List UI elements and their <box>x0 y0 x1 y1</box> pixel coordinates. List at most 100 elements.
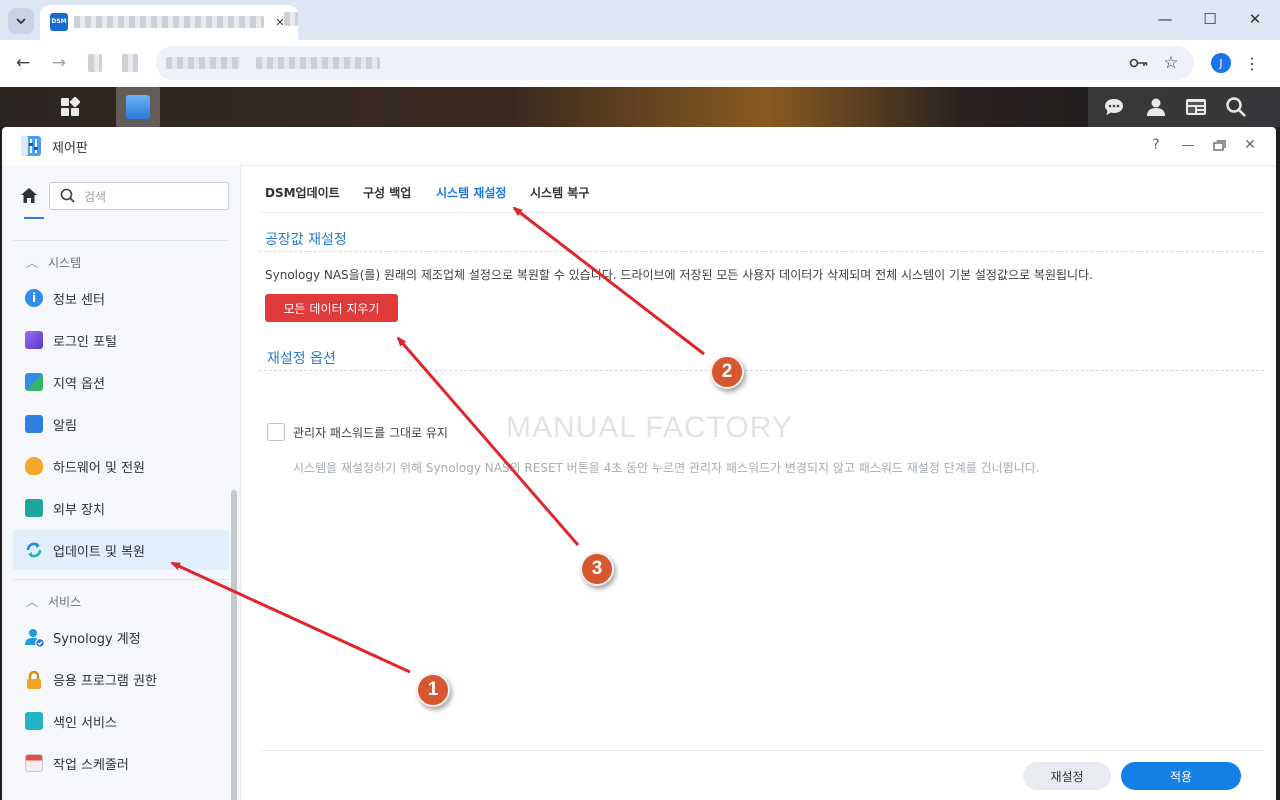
search-placeholder: 검색 <box>84 190 107 204</box>
erase-all-data-button[interactable]: 모든 데이터 지우기 <box>265 294 398 322</box>
address-toolbar: ← → ☆ J ⋮ <box>0 40 1280 87</box>
window-close-icon[interactable]: ✕ <box>1244 8 1266 30</box>
reload-blurred <box>88 54 102 72</box>
keep-admin-password-checkbox[interactable] <box>267 423 285 441</box>
update-restore-icon <box>25 541 43 559</box>
sidebar-item-synology-account[interactable]: Synology 계정 <box>13 617 229 657</box>
search-taskbar-icon[interactable] <box>1214 87 1258 127</box>
browser-menu-icon[interactable]: ⋮ <box>1244 52 1260 74</box>
footer-divider <box>259 750 1264 751</box>
bookmark-star-icon[interactable]: ☆ <box>1160 53 1182 73</box>
region-icon <box>25 373 43 391</box>
sidebar-divider <box>13 240 229 241</box>
new-tab-blurred <box>284 12 298 26</box>
password-key-icon[interactable] <box>1128 54 1150 72</box>
sidebar-item-label: 외부 장치 <box>53 503 105 518</box>
lock-icon <box>25 670 43 689</box>
annotation-badge-1: 1 <box>416 673 450 707</box>
sidebar-item-label: 업데이트 및 복원 <box>53 545 145 560</box>
tab-system-recovery[interactable]: 시스템 복구 <box>530 184 589 201</box>
url-text-blurred <box>166 57 240 69</box>
control-panel-title-icon <box>19 134 43 158</box>
sidebar-divider <box>13 579 229 580</box>
window-titlebar[interactable]: 제어판 ? — ✕ <box>2 127 1276 166</box>
sidebar-item-info-center[interactable]: i 정보 센터 <box>13 278 229 318</box>
sidebar-item-label: 알림 <box>53 419 77 434</box>
sidebar-item-label: 로그인 포털 <box>53 335 117 350</box>
factory-reset-description: Synology NAS을(를) 원래의 제조업체 설정으로 복원할 수 있습니… <box>265 268 1093 282</box>
grid-apps-icon <box>61 97 80 116</box>
sidebar-item-label: 정보 센터 <box>53 293 105 308</box>
chevron-up-icon: ︿ <box>26 256 39 270</box>
bulb-icon <box>25 457 43 475</box>
control-panel-window: 제어판 ? — ✕ 검색 ︿ 시스템 i 정보 센터 로그인 포털 지역 옵션 … <box>2 127 1276 800</box>
taskbar-right-tray <box>1088 87 1280 127</box>
tab-config-backup[interactable]: 구성 백업 <box>363 184 411 201</box>
window-close-button-icon[interactable]: ✕ <box>1240 135 1260 155</box>
info-icon: i <box>25 289 43 307</box>
annotation-badge-3: 3 <box>580 552 614 586</box>
tab-system-reset[interactable]: 시스템 재설정 <box>436 184 506 201</box>
tab-dsm-update[interactable]: DSM업데이트 <box>265 184 340 201</box>
dsm-taskbar <box>0 87 1280 127</box>
sidebar-item-label: 하드웨어 및 전원 <box>53 461 145 476</box>
sidebar-item-label: 지역 옵션 <box>53 377 105 392</box>
browser-tab-active[interactable]: DSM ✕ <box>40 5 298 40</box>
url-path-blurred <box>256 57 380 69</box>
synology-account-icon <box>25 628 45 648</box>
keep-admin-password-label: 관리자 패스워드를 그대로 유지 <box>293 426 448 440</box>
tab-divider <box>259 212 1264 213</box>
profile-avatar[interactable]: J <box>1211 53 1231 73</box>
tab-search-dropdown-icon[interactable] <box>8 8 34 34</box>
sidebar-item-label: 색인 서비스 <box>53 716 117 731</box>
main-content: DSM업데이트 구성 백업 시스템 재설정 시스템 복구 공장값 재설정 Syn… <box>241 165 1276 800</box>
sidebar-item-task-scheduler[interactable]: 작업 스케줄러 <box>13 743 229 783</box>
watermark: MANUAL FACTORY <box>506 411 793 444</box>
factory-reset-heading: 공장값 재설정 <box>265 232 347 248</box>
sidebar: 검색 ︿ 시스템 i 정보 센터 로그인 포털 지역 옵션 알림 하드웨어 및 전… <box>2 165 241 800</box>
sidebar-item-hardware-power[interactable]: 하드웨어 및 전원 <box>13 446 229 486</box>
section-services[interactable]: ︿ 서비스 <box>26 593 81 610</box>
sidebar-scrollbar[interactable] <box>231 490 237 800</box>
widgets-icon[interactable] <box>1174 87 1218 127</box>
index-service-icon <box>25 712 43 730</box>
section-divider <box>259 370 1264 371</box>
sidebar-item-region[interactable]: 지역 옵션 <box>13 362 229 402</box>
forward-icon[interactable]: → <box>48 52 70 74</box>
window-title: 제어판 <box>52 141 88 156</box>
section-system[interactable]: ︿ 시스템 <box>26 254 81 271</box>
sidebar-item-notification[interactable]: 알림 <box>13 404 229 444</box>
minimize-icon[interactable]: — <box>1154 8 1176 30</box>
help-icon[interactable]: ? <box>1146 135 1166 155</box>
notification-icon <box>25 415 43 433</box>
login-portal-icon <box>25 331 43 349</box>
tab-title-blurred <box>74 16 264 28</box>
reset-options-heading: 재설정 옵션 <box>267 351 336 367</box>
sidebar-item-index-service[interactable]: 색인 서비스 <box>13 701 229 741</box>
search-icon <box>60 188 75 203</box>
sidebar-item-app-privileges[interactable]: 응용 프로그램 권한 <box>13 659 229 699</box>
sidebar-item-label: Synology 계정 <box>53 632 141 647</box>
apply-button[interactable]: 적용 <box>1121 762 1241 790</box>
sidebar-item-login-portal[interactable]: 로그인 포털 <box>13 320 229 360</box>
section-divider <box>259 251 1264 252</box>
url-field[interactable]: ☆ <box>156 46 1194 80</box>
window-restore-icon[interactable] <box>1209 135 1229 155</box>
main-menu-button[interactable] <box>48 87 92 127</box>
reset-hint-text: 시스템을 재설정하기 위해 Synology NAS의 RESET 버튼을 4초… <box>293 461 1040 475</box>
sidebar-item-external-device[interactable]: 외부 장치 <box>13 488 229 528</box>
window-minimize-icon[interactable]: — <box>1178 135 1198 155</box>
control-panel-taskbar-button[interactable] <box>116 87 160 127</box>
sidebar-item-label: 응용 프로그램 권한 <box>53 674 157 689</box>
home-icon[interactable] <box>18 185 40 205</box>
annotation-badge-2: 2 <box>710 355 744 389</box>
back-icon[interactable]: ← <box>12 52 34 74</box>
dsm-favicon-icon: DSM <box>50 13 68 31</box>
sidebar-item-label: 작업 스케줄러 <box>53 758 129 773</box>
chat-icon[interactable] <box>1092 87 1136 127</box>
reset-button[interactable]: 재설정 <box>1023 762 1111 790</box>
sidebar-item-update-restore[interactable]: 업데이트 및 복원 <box>13 530 229 570</box>
user-icon[interactable] <box>1134 87 1178 127</box>
search-input[interactable]: 검색 <box>49 182 229 210</box>
maximize-icon[interactable]: ☐ <box>1199 8 1221 30</box>
